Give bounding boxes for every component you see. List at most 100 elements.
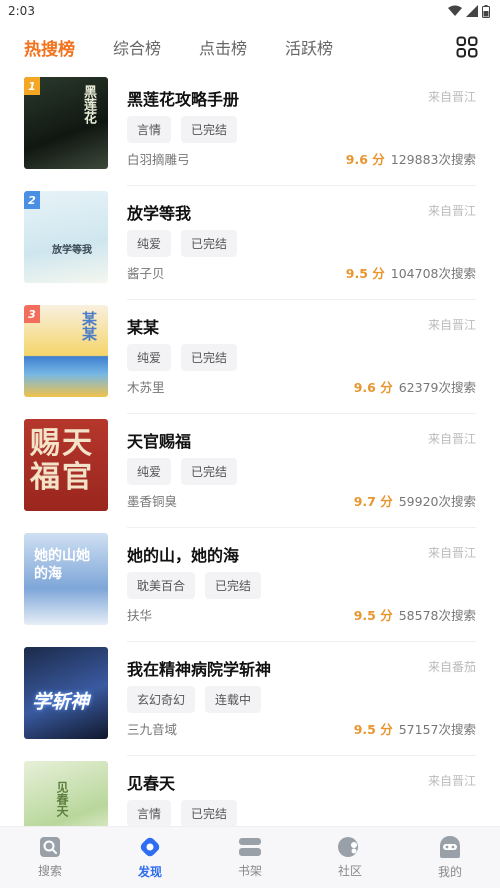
book-title: 天官赐福 [127,432,192,451]
ranking-tabs: 热搜榜 综合榜 点击榜 活跃榜 [0,22,500,72]
genre-tag[interactable]: 纯爱 [127,344,172,371]
book-cover: 赐天福官 [24,419,108,511]
nav-label: 搜索 [37,864,62,878]
book-author: 墨香铜臭 [127,494,178,509]
wifi-icon [448,5,462,16]
book-tags: 玄幻奇幻 连载中 [127,686,262,713]
book-title: 她的山，她的海 [127,546,240,565]
book-title: 某某 [127,318,160,337]
status-tag[interactable]: 已完结 [181,116,238,143]
book-author: 扶华 [127,608,153,623]
book-item[interactable]: 黑莲花 1 黑莲花攻略手册 来自晋江 言情 已完结 白羽摘雕弓 9.6 分 12… [0,72,500,186]
status-tag[interactable]: 已完结 [205,572,262,599]
book-stats: 9.5 分 104708次搜索 [346,263,476,282]
book-cover: 某某 3 [24,305,108,397]
cover-title-text: 某某 [80,311,98,341]
genre-tag[interactable]: 言情 [127,116,172,143]
nav-community[interactable]: 社区 [300,827,400,888]
book-tags: 纯爱 已完结 [127,344,238,371]
tab-active[interactable]: 活跃榜 [285,35,333,59]
book-tags: 纯爱 已完结 [127,458,238,485]
tab-overall[interactable]: 综合榜 [113,35,161,59]
tab-clicks[interactable]: 点击榜 [199,35,247,59]
book-cover: 学斩神 [24,647,108,739]
system-icons [448,4,490,18]
book-cover: 见春天 [24,761,108,826]
book-stats: 9.5 分 58578次搜索 [354,605,476,624]
book-score: 9.5 分 [345,266,385,281]
cover-title-text: 见春天 [55,781,69,817]
nav-label: 发现 [137,865,162,879]
cover-title-text: 黑莲花 [81,85,96,124]
book-score: 9.5 分 [353,608,393,623]
tab-hot-search[interactable]: 热搜榜 [24,35,75,60]
genre-tag[interactable]: 耽美百合 [127,572,196,599]
search-count: 59920次搜索 [398,494,476,509]
book-item[interactable]: 学斩神 我在精神病院学斩神 来自番茄 玄幻奇幻 连载中 三九音域 9.5 分 5… [0,642,500,756]
genre-tag[interactable]: 玄幻奇幻 [127,686,196,713]
book-author: 酱子贝 [127,266,165,281]
community-icon [338,837,358,857]
nav-profile[interactable]: 我的 [400,827,500,888]
book-item[interactable]: 放学等我 2 放学等我 来自晋江 纯爱 已完结 酱子贝 9.5 分 104708… [0,186,500,300]
genre-tag[interactable]: 纯爱 [127,230,172,257]
book-list: 黑莲花 1 黑莲花攻略手册 来自晋江 言情 已完结 白羽摘雕弓 9.6 分 12… [0,72,500,826]
book-item[interactable]: 赐天福官 天官赐福 来自晋江 纯爱 已完结 墨香铜臭 9.7 分 59920次搜… [0,414,500,528]
book-cover: 放学等我 2 [24,191,108,283]
nav-label: 书架 [237,864,262,878]
status-time: 2:03 [8,4,35,18]
status-tag[interactable]: 已完结 [181,344,238,371]
category-grid-icon[interactable] [456,36,478,58]
book-tags: 言情 已完结 [127,800,238,826]
book-source: 来自晋江 [427,318,476,332]
search-count: 58578次搜索 [398,608,476,623]
book-author: 三九音域 [127,722,178,737]
status-tag[interactable]: 已完结 [181,458,238,485]
nav-bookshelf[interactable]: 书架 [200,827,300,888]
book-score: 9.6 分 [345,152,385,167]
search-count: 62379次搜索 [398,380,476,395]
nav-discover[interactable]: 发现 [100,827,200,888]
book-stats: 9.7 分 59920次搜索 [354,491,476,510]
book-author: 白羽摘雕弓 [127,152,190,167]
search-count: 104708次搜索 [390,266,476,281]
book-title: 见春天 [127,774,176,793]
search-count: 57157次搜索 [398,722,476,737]
book-item[interactable]: 见春天 见春天 来自晋江 言情 已完结 [0,756,500,826]
cover-title-text: 她的山她的海 [34,548,90,582]
discover-icon [140,837,160,857]
book-tags: 言情 已完结 [127,116,238,143]
status-tag[interactable]: 连载中 [205,686,262,713]
book-tags: 耽美百合 已完结 [127,572,262,599]
nav-label: 社区 [337,864,362,878]
book-title: 黑莲花攻略手册 [127,90,240,109]
book-title: 放学等我 [127,204,192,223]
genre-tag[interactable]: 纯爱 [127,458,172,485]
status-tag[interactable]: 已完结 [181,800,238,826]
book-source: 来自番茄 [427,660,476,674]
genre-tag[interactable]: 言情 [127,800,172,826]
rank-badge: 3 [24,305,40,323]
status-tag[interactable]: 已完结 [181,230,238,257]
book-stats: 9.6 分 129883次搜索 [346,149,476,168]
bookshelf-icon [239,838,261,856]
book-item[interactable]: 某某 3 某某 来自晋江 纯爱 已完结 木苏里 9.6 分 62379次搜索 [0,300,500,414]
nav-search[interactable]: 搜索 [0,827,100,888]
cover-title-text: 放学等我 [52,245,92,256]
signal-icon [466,5,478,17]
book-cover: 黑莲花 1 [24,77,108,169]
book-source: 来自晋江 [427,204,476,218]
rank-badge: 1 [24,77,40,95]
book-source: 来自晋江 [427,774,476,788]
book-tags: 纯爱 已完结 [127,230,238,257]
book-stats: 9.6 分 62379次搜索 [354,377,476,396]
cover-title-text: 学斩神 [32,691,90,713]
book-source: 来自晋江 [427,432,476,446]
book-item[interactable]: 她的山她的海 她的山，她的海 来自晋江 耽美百合 已完结 扶华 9.5 分 58… [0,528,500,642]
search-count: 129883次搜索 [390,152,476,167]
book-score: 9.5 分 [353,722,393,737]
book-score: 9.6 分 [353,380,393,395]
cover-title-text: 赐天福官 [30,426,94,495]
book-stats: 9.5 分 57157次搜索 [354,719,476,738]
nav-label: 我的 [437,865,462,879]
